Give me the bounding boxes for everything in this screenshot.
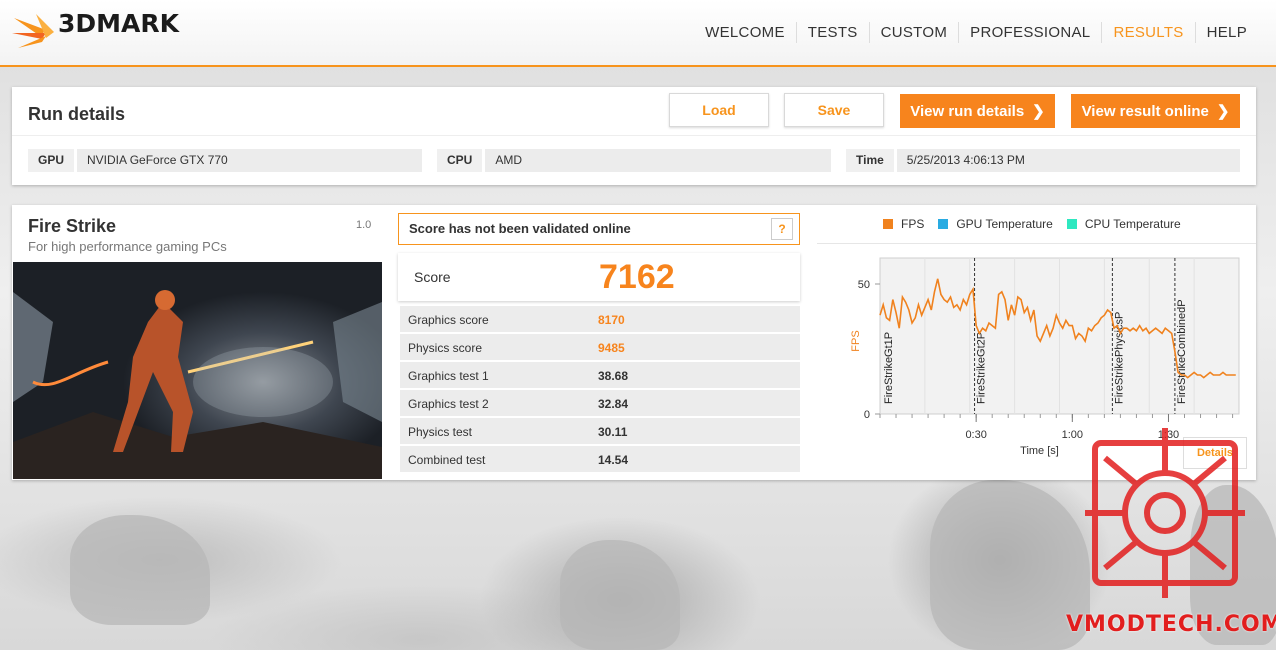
flame-icon [12,14,54,48]
benchmark-name: Fire Strike [28,216,117,236]
score-row: Graphics test 2 32.84 [400,390,800,416]
time-value: 5/25/2013 4:06:13 PM [896,149,1240,172]
y-tick-label: 0 [864,409,870,421]
legend-cpu-temperature[interactable]: CPU Temperature [1066,217,1181,231]
chart-legend: FPS GPU Temperature CPU Temperature [883,217,1195,231]
score-row: Physics score 9485 [400,334,800,360]
chevron-right-icon: ❯ [1216,103,1230,120]
score-breakdown: Graphics score 8170 Physics score 9485 G… [400,306,800,474]
section-marker-label: FireStrikePhysicsP [1113,312,1125,404]
benchmark-version: 1.0 [356,219,372,231]
y-axis-label: FPS [850,330,862,351]
nav-professional[interactable]: PROFESSIONAL [958,22,1101,43]
benchmark-artwork [13,262,382,479]
row-value: 30.11 [598,425,628,439]
view-result-online-label: View result online [1081,102,1209,120]
legend-swatch [938,219,949,229]
nav-results[interactable]: RESULTS [1101,22,1194,43]
row-label: Physics test [408,425,473,439]
benchmark-subtitle: For high performance gaming PCs [28,239,227,254]
cpu-value: AMD [485,149,831,172]
watermark-text: VMODTECH.COM [1066,612,1276,637]
legend-label: GPU Temperature [956,217,1053,231]
run-details-panel: Run details Load Save View run details ❯… [12,87,1256,185]
row-value: 8170 [598,313,625,327]
section-marker-label: FireStrikeGt2P [976,332,988,404]
cpu-key: CPU [437,149,486,172]
legend-swatch [1066,219,1077,229]
section-marker-label: FireStrikeGt1P [883,332,895,404]
view-result-online-button[interactable]: View result online ❯ [1071,94,1240,128]
score-label: Score [414,269,451,285]
row-label: Physics score [408,341,483,355]
row-label: Graphics test 1 [408,369,489,383]
gpu-info: GPU NVIDIA GeForce GTX 770 [28,149,422,172]
validation-text: Score has not been validated online [409,221,631,236]
y-tick-label: 50 [858,279,870,291]
vmodtech-watermark-emblem [1085,428,1245,598]
divider [817,243,1256,244]
nav-welcome[interactable]: WELCOME [694,22,796,43]
main-nav: WELCOME TESTS CUSTOM PROFESSIONAL RESULT… [694,22,1258,43]
save-button[interactable]: Save [784,93,884,127]
view-run-details-label: View run details [910,102,1025,120]
legend-swatch [883,219,893,229]
cpu-info: CPU AMD [437,149,831,172]
score-row: Physics test 30.11 [400,418,800,444]
legend-label: CPU Temperature [1084,217,1181,231]
row-value: 9485 [598,341,625,355]
row-label: Graphics score [408,313,489,327]
view-run-details-button[interactable]: View run details ❯ [900,94,1055,128]
divider [12,135,1256,136]
gpu-key: GPU [28,149,78,172]
run-details-title: Run details [28,104,126,124]
row-label: Graphics test 2 [408,397,489,411]
logo-text: 3DMARK [58,9,179,38]
time-info: Time 5/25/2013 4:06:13 PM [846,149,1240,172]
load-button[interactable]: Load [669,93,769,127]
x-tick-label: 0:30 [965,429,986,441]
gpu-value: NVIDIA GeForce GTX 770 [77,149,422,172]
score-row: Graphics test 1 38.68 [400,362,800,388]
legend-fps[interactable]: FPS [883,217,924,231]
section-marker-label: FireStrikeCombinedP [1176,299,1188,404]
score-row: Graphics score 8170 [400,306,800,332]
top-bar: 3DMARK WELCOME TESTS CUSTOM PROFESSIONAL… [0,0,1276,67]
legend-gpu-temperature[interactable]: GPU Temperature [938,217,1053,231]
row-value: 38.68 [598,369,629,383]
fire-creature-image [13,290,382,479]
row-value: 32.84 [598,397,629,411]
score-row: Combined test 14.54 [400,446,800,472]
row-label: Combined test [408,453,486,467]
score-box: Score 7162 [398,253,800,301]
benchmark-result-panel: Fire Strike For high performance gaming … [12,205,1256,480]
time-key: Time [846,149,897,172]
legend-label: FPS [901,217,925,231]
nav-help[interactable]: HELP [1194,22,1258,43]
validation-warning: Score has not been validated online ? [398,213,800,245]
x-axis-label: Time [s] [1020,445,1059,457]
score-value: 7162 [599,258,675,296]
help-button[interactable]: ? [771,218,793,240]
row-value: 14.54 [598,453,629,467]
chevron-right-icon: ❯ [1032,103,1045,120]
nav-custom[interactable]: CUSTOM [868,22,959,43]
nav-tests[interactable]: TESTS [795,22,869,43]
